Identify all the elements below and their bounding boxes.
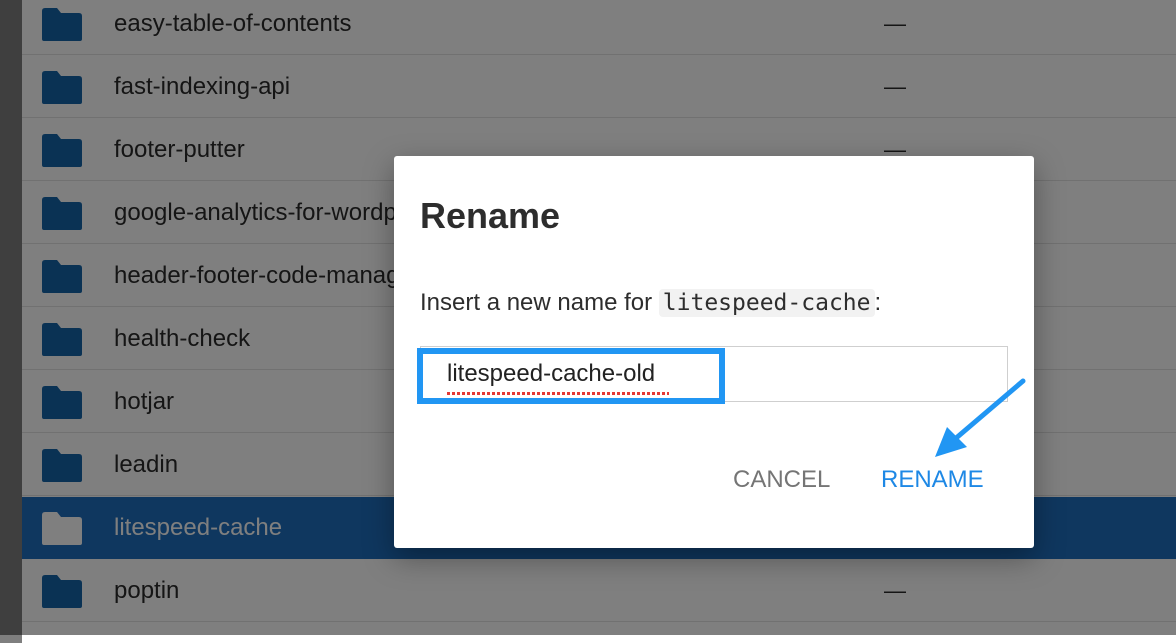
dialog-message: Insert a new name for litespeed-cache:	[420, 286, 881, 320]
rename-dialog: Rename Insert a new name for litespeed-c…	[394, 156, 1034, 548]
dialog-message-suffix: :	[874, 289, 882, 316]
current-name: litespeed-cache	[658, 289, 875, 317]
new-name-input[interactable]	[420, 346, 1008, 402]
cancel-button[interactable]: CANCEL	[721, 460, 842, 500]
rename-button[interactable]: RENAME	[869, 460, 996, 500]
dialog-title: Rename	[420, 195, 561, 236]
dialog-message-prefix: Insert a new name for	[420, 289, 659, 316]
arrow-icon	[935, 378, 1026, 457]
